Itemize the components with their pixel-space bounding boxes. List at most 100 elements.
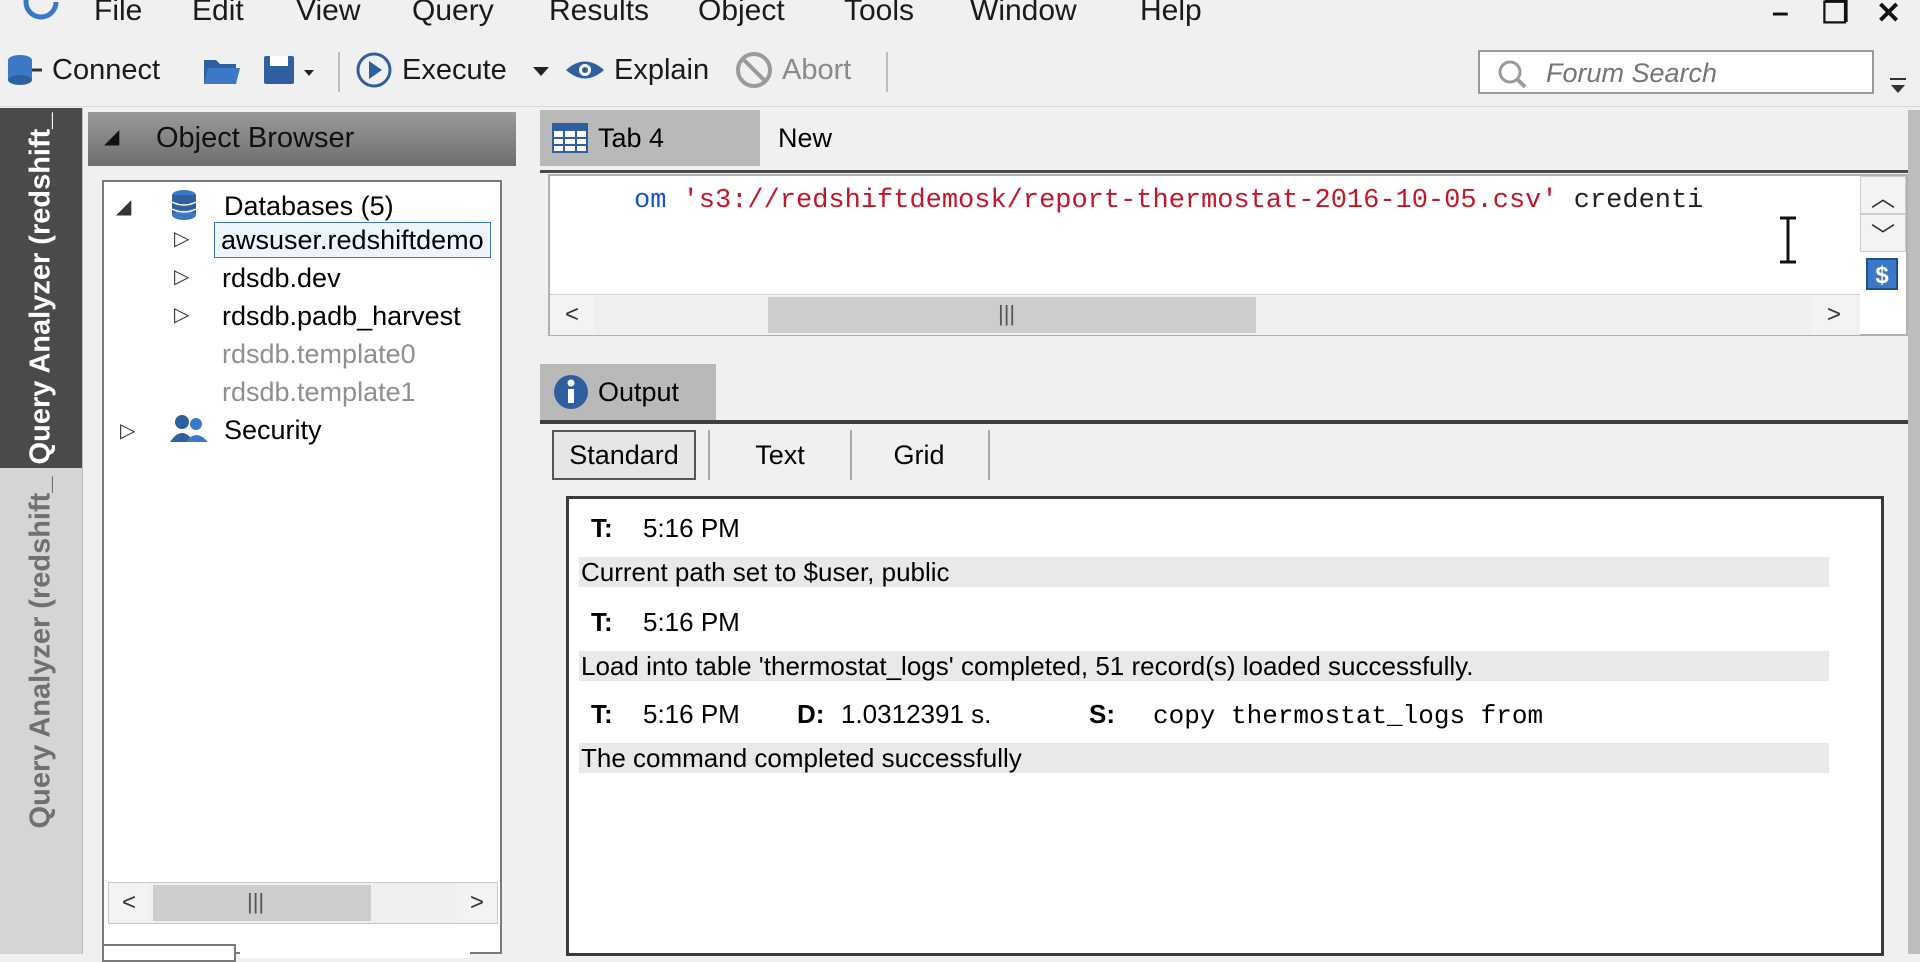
tree-item-databases[interactable]: Databases (5): [224, 188, 394, 224]
tree-item-database[interactable]: rdsdb.dev: [222, 260, 341, 296]
scroll-left-icon[interactable]: <: [550, 295, 594, 335]
close-button[interactable]: ✕: [1876, 0, 1901, 31]
expand-triangle-icon[interactable]: ▷: [174, 302, 189, 327]
abort-button[interactable]: Abort: [734, 48, 851, 92]
object-tree: ◢ Databases (5) ▷ awsuser.redshiftdemo ▷…: [102, 180, 502, 954]
text-cursor-icon: [1780, 216, 1796, 264]
side-tab-query-analyzer-active[interactable]: Query Analyzer (redshift_: [0, 108, 82, 468]
subtab-text[interactable]: Text: [710, 430, 852, 480]
menu-object[interactable]: Object: [698, 0, 785, 28]
info-icon: [554, 375, 588, 409]
time-label: T:: [591, 513, 613, 543]
subtab-grid[interactable]: Grid: [850, 430, 990, 480]
toolbar-overflow-icon[interactable]: [1888, 76, 1908, 98]
bottom-panel-tab[interactable]: [240, 944, 470, 958]
tree-item-database[interactable]: awsuser.redshiftdemo: [214, 222, 491, 258]
expand-triangle-icon[interactable]: ▷: [174, 264, 189, 289]
grip-icon: |||: [998, 301, 1016, 326]
time-label: T:: [591, 699, 613, 729]
minimize-button[interactable]: –: [1772, 0, 1789, 30]
scrollbar-thumb[interactable]: |||: [153, 885, 371, 921]
play-icon: [356, 52, 392, 88]
message-text: Load into table 'thermostat_logs' comple…: [581, 651, 1474, 681]
toolbar-separator: [886, 52, 888, 92]
menu-help[interactable]: Help: [1140, 0, 1202, 28]
message-statement: copy thermostat_logs from: [1153, 701, 1544, 731]
bottom-panel-tab[interactable]: [102, 944, 236, 962]
execute-button[interactable]: Execute: [354, 48, 507, 92]
execute-dropdown-icon[interactable]: [530, 62, 552, 80]
search-input[interactable]: [1544, 54, 1868, 92]
dollar-icon[interactable]: $: [1866, 258, 1898, 290]
window-edge: [1908, 110, 1920, 954]
sql-identifier: credenti: [1557, 186, 1704, 216]
tree-horizontal-scrollbar[interactable]: < ||| >: [108, 882, 498, 924]
duration-label: D:: [797, 699, 825, 729]
open-folder-icon[interactable]: [202, 52, 242, 88]
app-logo-icon: [23, 0, 59, 20]
menu-tools[interactable]: Tools: [844, 0, 914, 28]
restore-button[interactable]: ❐: [1822, 0, 1849, 31]
grid-table-icon: [552, 123, 588, 153]
database-connect-icon: [8, 55, 42, 85]
menu-window[interactable]: Window: [970, 0, 1077, 28]
scroll-right-icon[interactable]: >: [1812, 295, 1856, 335]
abort-label: Abort: [782, 53, 852, 86]
abort-icon: [736, 52, 772, 88]
output-messages[interactable]: T: 5:16 PM Current path set to $user, pu…: [566, 496, 1884, 956]
scroll-right-icon[interactable]: >: [457, 883, 497, 923]
sql-keyword: om: [634, 186, 683, 216]
grip-icon: |||: [247, 889, 265, 914]
save-icon[interactable]: [262, 52, 318, 88]
side-tab-label: Query Analyzer (redshift_: [24, 112, 57, 464]
tree-item-database[interactable]: rdsdb.template0: [222, 336, 416, 372]
editor-horizontal-scrollbar[interactable]: < ||| >: [550, 294, 1860, 335]
tab-4[interactable]: Tab 4: [540, 110, 760, 166]
output-tab-label: Output: [598, 376, 680, 407]
sql-string: 's3://redshiftdemosk/report-thermostat-2…: [682, 186, 1558, 216]
message-text: The command completed successfully: [581, 743, 1022, 773]
search-icon: [1498, 60, 1527, 89]
scroll-down-icon[interactable]: ﹀: [1860, 214, 1906, 252]
execute-label: Execute: [402, 53, 507, 86]
statement-label: S:: [1089, 699, 1115, 729]
message-time: 5:16 PM: [643, 607, 740, 637]
tree-item-database[interactable]: rdsdb.template1: [222, 374, 416, 410]
databases-icon: [171, 190, 197, 220]
expand-triangle-icon[interactable]: ▷: [120, 418, 135, 443]
forum-search-box[interactable]: [1478, 50, 1874, 94]
message-text: Current path set to $user, public: [581, 557, 950, 587]
security-users-icon: [170, 415, 208, 442]
toolbar-separator: [338, 52, 340, 92]
subtab-standard[interactable]: Standard: [552, 430, 696, 480]
tab-new[interactable]: New: [764, 110, 904, 166]
expanded-triangle-icon[interactable]: ◢: [116, 194, 131, 219]
menu-query[interactable]: Query: [412, 0, 494, 28]
menu-edit[interactable]: Edit: [192, 0, 244, 28]
expand-triangle-icon[interactable]: ▷: [174, 226, 189, 251]
side-tab-label: Query Analyzer (redshift_: [24, 476, 57, 828]
tab-4-label: Tab 4: [598, 122, 665, 153]
sql-editor[interactable]: om 's3://redshiftdemosk/report-thermosta…: [548, 174, 1908, 336]
sql-code-line[interactable]: om 's3://redshiftdemosk/report-thermosta…: [634, 186, 1814, 216]
explain-button[interactable]: Explain: [564, 48, 709, 92]
connect-label: Connect: [52, 53, 161, 86]
output-tab[interactable]: Output: [540, 364, 716, 420]
output-tab-bar: [540, 362, 1920, 424]
scrollbar-thumb[interactable]: |||: [768, 297, 1256, 333]
menu-results[interactable]: Results: [549, 0, 649, 28]
tree-item-database[interactable]: rdsdb.padb_harvest: [222, 298, 461, 334]
object-browser-header[interactable]: ◢ Object Browser: [88, 112, 516, 166]
collapse-triangle-icon[interactable]: ◢: [104, 124, 119, 149]
time-label: T:: [591, 607, 613, 637]
message-time: 5:16 PM: [643, 699, 740, 729]
tree-item-security[interactable]: Security: [224, 412, 322, 448]
scroll-up-icon[interactable]: ︿: [1860, 176, 1906, 214]
connect-button[interactable]: Connect: [6, 48, 160, 92]
menu-file[interactable]: File: [94, 0, 142, 28]
scroll-left-icon[interactable]: <: [109, 883, 149, 923]
menu-view[interactable]: View: [296, 0, 360, 28]
side-tab-query-analyzer[interactable]: Query Analyzer (redshift_: [0, 472, 82, 832]
subtab-divider: [708, 430, 710, 480]
explain-label: Explain: [614, 53, 710, 86]
